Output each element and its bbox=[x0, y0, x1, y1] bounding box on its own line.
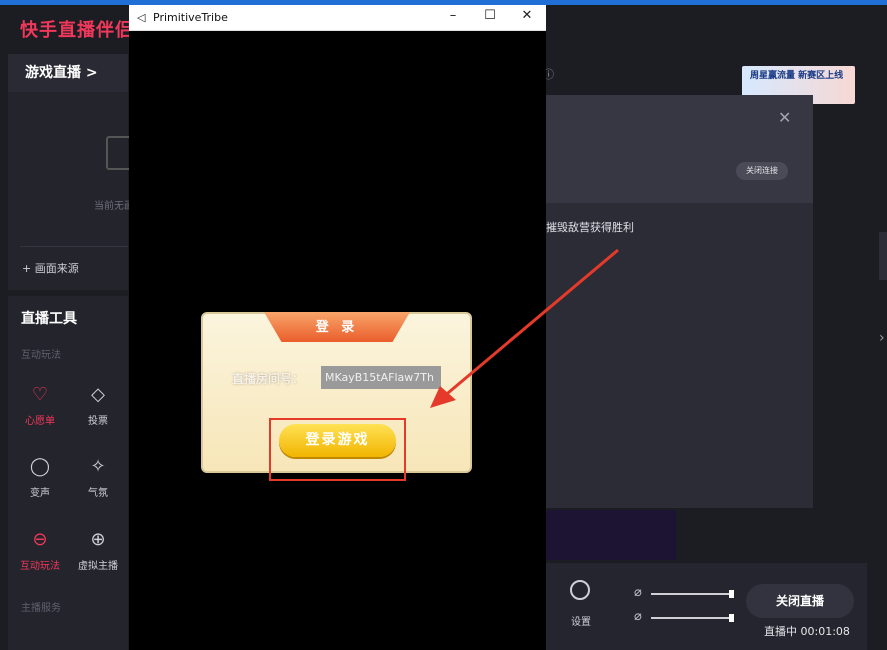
tools-title: 直播工具 bbox=[21, 311, 77, 327]
speaker-muted-icon[interactable]: ⌀ bbox=[634, 609, 642, 624]
stop-live-button[interactable]: 关闭直播 bbox=[746, 584, 854, 618]
tool-label: 投票 bbox=[88, 416, 108, 427]
tool-interactive-play[interactable]: ⊖ 互动玩法 bbox=[12, 529, 68, 572]
party-icon: ✧ bbox=[90, 456, 106, 477]
settings-label: 设置 bbox=[571, 617, 591, 628]
game-window-titlebar: ◁ PrimitiveTribe – ☐ ✕ bbox=[129, 5, 546, 31]
gear-icon[interactable] bbox=[570, 580, 590, 600]
tag-icon: ◇ bbox=[91, 384, 105, 405]
close-icon[interactable]: ✕ bbox=[778, 108, 791, 127]
heart-icon: ♡ bbox=[31, 384, 49, 405]
tool-label: 变声 bbox=[30, 488, 50, 499]
robot-icon: ⊖ bbox=[32, 529, 48, 550]
banner-text: 周星赢流量 新赛区上线 bbox=[750, 71, 844, 81]
game-window-title: PrimitiveTribe bbox=[153, 11, 228, 24]
source-panel: 游戏直播 > 当前无画 + 画面来源 bbox=[8, 54, 134, 290]
minimize-icon[interactable]: – bbox=[443, 8, 463, 23]
speaker-volume-knob[interactable] bbox=[729, 614, 734, 622]
tool-label: 互动玩法 bbox=[20, 561, 60, 572]
dialog-header bbox=[546, 95, 813, 203]
tool-label: 虚拟主播 bbox=[78, 561, 118, 572]
preview-thumbnail bbox=[546, 510, 676, 560]
mic-muted-icon[interactable]: ⌀ bbox=[634, 585, 642, 600]
tool-atmosphere[interactable]: ✧ 气氛 bbox=[70, 456, 126, 499]
mic-volume-slider[interactable] bbox=[651, 593, 731, 595]
maximize-icon[interactable]: ☐ bbox=[480, 8, 500, 23]
no-source-text: 当前无画 bbox=[94, 201, 134, 212]
close-window-icon[interactable]: ✕ bbox=[517, 8, 537, 23]
tool-voice-change[interactable]: ◯ 变声 bbox=[12, 456, 68, 499]
live-status-text: 直播中 00:01:08 bbox=[764, 625, 850, 638]
divider bbox=[20, 246, 128, 247]
mic-volume-knob[interactable] bbox=[729, 590, 734, 598]
download-icon: ⊕ bbox=[90, 529, 106, 550]
tool-label: 心愿单 bbox=[25, 416, 55, 427]
speaker-volume-slider[interactable] bbox=[651, 617, 731, 619]
tool-vote[interactable]: ◇ 投票 bbox=[70, 384, 126, 427]
section-host-service: 主播服务 bbox=[21, 603, 61, 614]
chevron-right-icon[interactable]: › bbox=[879, 330, 885, 346]
tool-virtual-host[interactable]: ⊕ 虚拟主播 bbox=[70, 529, 126, 572]
app-title: 快手直播伴侣 bbox=[20, 20, 134, 41]
tool-label: 气氛 bbox=[88, 488, 108, 499]
login-title: 登 录 bbox=[315, 320, 359, 335]
add-source-button[interactable]: + 画面来源 bbox=[22, 260, 79, 276]
game-rule-text: 摧毁敌营获得胜利 bbox=[546, 221, 634, 234]
highlight-box bbox=[269, 418, 406, 481]
section-interactive: 互动玩法 bbox=[21, 350, 61, 361]
live-tools-panel: 直播工具 互动玩法 ♡ 心愿单 ◇ 投票 ◯ 变声 ✧ 气氛 ⊖ 互动玩法 ⊕ … bbox=[8, 296, 128, 650]
category-selector[interactable]: 游戏直播 > bbox=[8, 54, 128, 92]
disconnect-button[interactable]: 关闭连接 bbox=[736, 162, 788, 180]
arrow-line bbox=[441, 248, 619, 400]
tool-wishlist[interactable]: ♡ 心愿单 bbox=[12, 384, 68, 427]
side-handle[interactable] bbox=[879, 232, 887, 280]
annotation-arrow bbox=[430, 248, 619, 408]
room-id-label: 直播房间号： bbox=[232, 372, 305, 386]
mic-icon: ◯ bbox=[29, 456, 51, 477]
unity-icon: ◁ bbox=[137, 11, 146, 24]
